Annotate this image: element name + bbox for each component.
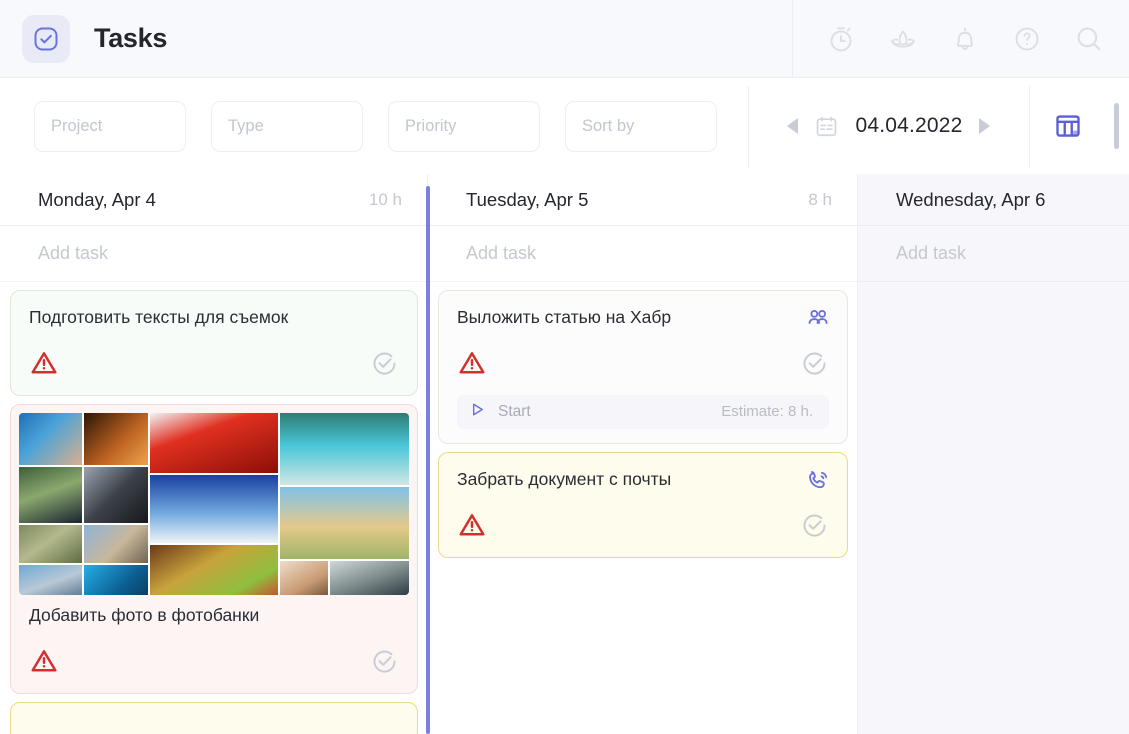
photo-thumb: [150, 475, 279, 543]
warning-triangle-icon[interactable]: [457, 510, 487, 545]
filter-group: Project Type Priority Sort by: [0, 101, 717, 152]
calendar-icon[interactable]: [814, 114, 839, 139]
warning-triangle-icon[interactable]: [29, 348, 59, 383]
task-title: Добавить фото в фотобанки: [19, 597, 409, 627]
card-list-monday: Подготовить тексты для съемок: [0, 282, 428, 734]
current-date[interactable]: 04.04.2022: [855, 114, 962, 138]
circle-check-icon[interactable]: [370, 349, 399, 383]
tasks-app: Tasks: [0, 0, 1129, 734]
photo-thumb: [330, 561, 409, 595]
photo-thumb: [150, 545, 279, 595]
day-column-tuesday: Tuesday, Apr 5 8 h Add task Выложить ста…: [428, 174, 858, 734]
filter-sort-by[interactable]: Sort by: [565, 101, 717, 152]
page-title: Tasks: [94, 23, 167, 54]
toolbar-divider-right: [1029, 86, 1030, 168]
task-title: Подготовить тексты для съемок: [29, 307, 399, 329]
column-header-wednesday: Wednesday, Apr 6: [858, 174, 1129, 226]
photo-thumb: [280, 413, 409, 485]
task-card[interactable]: [10, 702, 418, 734]
photo-thumb: [84, 467, 147, 523]
task-meta-row: [457, 513, 829, 543]
timer-icon[interactable]: [819, 17, 863, 61]
photo-thumb: [19, 413, 82, 465]
collage-column: [150, 413, 279, 595]
header-actions: [819, 0, 1121, 78]
group-people-icon[interactable]: [805, 305, 831, 336]
task-board: Monday, Apr 4 10 h Add task Подготовить …: [0, 174, 1129, 734]
task-meta-row: [29, 351, 399, 381]
day-column-monday: Monday, Apr 4 10 h Add task Подготовить …: [0, 174, 428, 734]
column-drag-divider[interactable]: [426, 186, 430, 734]
next-day-button[interactable]: [979, 118, 990, 134]
circle-check-icon[interactable]: [800, 349, 829, 383]
play-icon[interactable]: [469, 401, 486, 423]
warning-triangle-icon[interactable]: [29, 646, 59, 681]
add-task-monday[interactable]: Add task: [0, 226, 428, 282]
bell-icon[interactable]: [943, 17, 987, 61]
column-title: Wednesday, Apr 6: [896, 189, 1045, 211]
filter-project[interactable]: Project: [34, 101, 186, 152]
add-task-wednesday[interactable]: Add task: [858, 226, 1129, 282]
start-left: Start: [469, 401, 531, 423]
photo-collage-attachment[interactable]: [19, 413, 409, 595]
filter-type[interactable]: Type: [211, 101, 363, 152]
filter-priority[interactable]: Priority: [388, 101, 540, 152]
task-card[interactable]: Выложить статью на Хабр: [438, 290, 848, 444]
app-header: Tasks: [0, 0, 1129, 78]
card-list-tuesday: Выложить статью на Хабр: [428, 282, 858, 558]
task-title: Выложить статью на Хабр: [457, 307, 829, 329]
column-hours: 8 h: [808, 190, 832, 210]
column-title: Monday, Apr 4: [38, 189, 156, 211]
collage-column: [19, 413, 148, 595]
photo-thumb: [19, 525, 82, 563]
collage-column: [280, 413, 409, 595]
header-left: Tasks: [0, 15, 167, 63]
board-view-icon[interactable]: [1050, 108, 1086, 144]
task-meta-row: [457, 351, 829, 381]
photo-thumb: [19, 467, 82, 523]
column-title: Tuesday, Apr 5: [466, 189, 588, 211]
column-header-monday: Monday, Apr 4 10 h: [0, 174, 428, 226]
photo-thumb: [84, 525, 147, 563]
header-divider: [792, 0, 793, 78]
toolbar-scrollbar[interactable]: [1114, 103, 1119, 149]
photo-thumb: [84, 565, 147, 595]
circle-check-icon[interactable]: [370, 647, 399, 681]
search-icon[interactable]: [1067, 17, 1111, 61]
start-label: Start: [498, 403, 531, 421]
photo-thumb: [280, 487, 409, 559]
task-card[interactable]: Забрать документ с почты: [438, 452, 848, 558]
prev-day-button[interactable]: [787, 118, 798, 134]
help-icon[interactable]: [1005, 17, 1049, 61]
task-meta-row: [19, 649, 409, 679]
checkbox-check-icon: [22, 15, 70, 63]
circle-check-icon[interactable]: [800, 511, 829, 545]
task-title: Забрать документ с почты: [457, 469, 829, 491]
photo-thumb: [19, 565, 82, 595]
start-timer-bar[interactable]: Start Estimate: 8 h.: [457, 395, 829, 429]
date-navigator: 04.04.2022: [748, 78, 1029, 174]
photo-thumb: [84, 413, 147, 465]
warning-triangle-icon[interactable]: [457, 348, 487, 383]
add-task-tuesday[interactable]: Add task: [428, 226, 858, 282]
day-column-wednesday: Wednesday, Apr 6 Add task: [858, 174, 1129, 734]
photo-thumb: [280, 561, 328, 595]
lotus-icon[interactable]: [881, 17, 925, 61]
column-header-tuesday: Tuesday, Apr 5 8 h: [428, 174, 858, 226]
phone-call-icon[interactable]: [805, 467, 831, 498]
photo-thumb: [150, 413, 279, 473]
estimate-label: Estimate: 8 h.: [721, 403, 813, 420]
task-card[interactable]: Подготовить тексты для съемок: [10, 290, 418, 396]
column-hours: 10 h: [369, 190, 402, 210]
task-card[interactable]: Добавить фото в фотобанки: [10, 404, 418, 694]
collage-subrow: [280, 561, 409, 595]
